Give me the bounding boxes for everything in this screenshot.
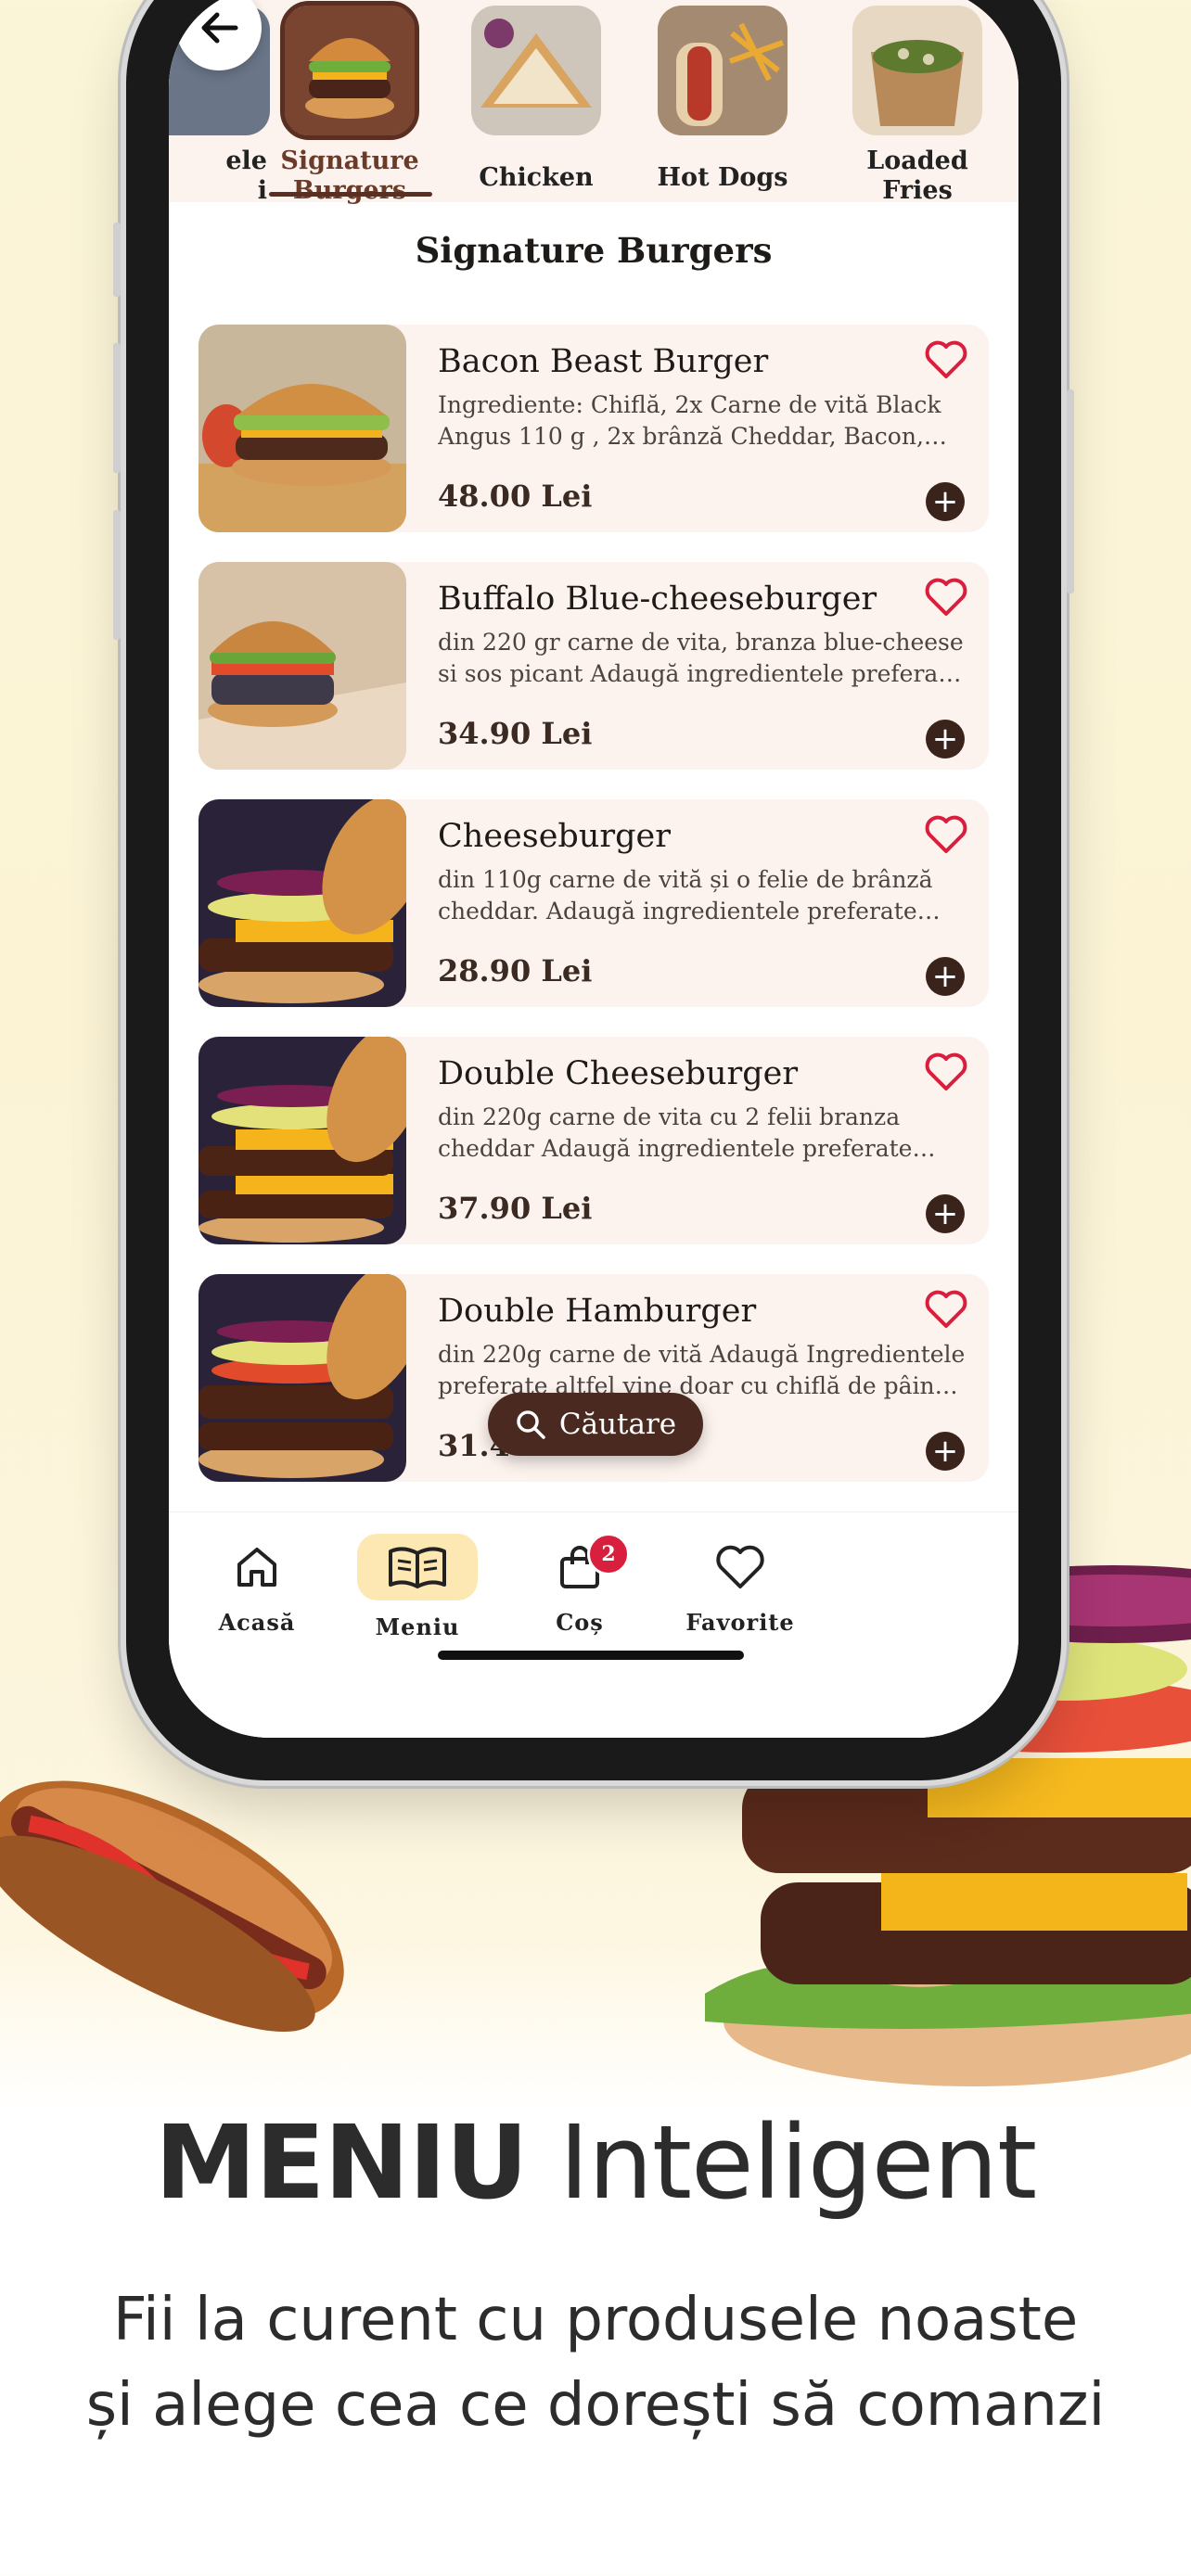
loaded-fries-image xyxy=(852,6,982,135)
category-signature-burgers[interactable]: Signature Burgers xyxy=(280,1,419,206)
nav-label: Meniu xyxy=(375,1613,460,1640)
burger-image xyxy=(280,1,419,140)
cart-count-badge: 2 xyxy=(587,1533,630,1575)
add-to-cart-button[interactable]: + xyxy=(926,957,965,996)
bottom-navigation: Acasă Meniu 2 Coș Favorite xyxy=(169,1511,1018,1738)
product-name: Buffalo Blue-cheeseburger xyxy=(438,580,877,618)
product-price: 28.90 Lei xyxy=(438,953,593,988)
nav-label: Favorite xyxy=(685,1609,795,1636)
nav-menu[interactable]: Meniu xyxy=(348,1534,487,1640)
add-to-cart-button[interactable]: + xyxy=(926,1194,965,1233)
category-strip: ele i Signature Burgers Chicken Hot Dogs… xyxy=(169,0,1018,205)
product-card[interactable]: Double Cheeseburger din 220g carne de vi… xyxy=(198,1037,989,1244)
product-image xyxy=(198,799,406,1007)
phone-frame: ele i Signature Burgers Chicken Hot Dogs… xyxy=(113,0,1074,1780)
product-price: 37.90 Lei xyxy=(438,1191,593,1226)
search-icon xyxy=(517,1410,545,1439)
nav-label: Acasă xyxy=(218,1609,296,1636)
active-category-indicator xyxy=(269,192,432,197)
product-name: Double Cheeseburger xyxy=(438,1055,799,1092)
home-icon xyxy=(237,1548,276,1587)
category-label: Loaded Fries xyxy=(866,147,968,205)
product-card[interactable]: Cheeseburger din 110g carne de vită și o… xyxy=(198,799,989,1007)
subline-line-1: Fii la curent cu produsele noaste xyxy=(112,2286,1079,2354)
promo-stage: ele i Signature Burgers Chicken Hot Dogs… xyxy=(0,0,1191,2576)
product-price: 48.00 Lei xyxy=(438,478,593,514)
product-image xyxy=(198,1037,406,1244)
promo-subline: Fii la curent cu produsele noaste și ale… xyxy=(0,2277,1191,2448)
product-image xyxy=(198,325,406,532)
product-name: Cheeseburger xyxy=(438,818,671,855)
heart-icon xyxy=(716,1545,764,1588)
add-to-cart-button[interactable]: + xyxy=(926,482,965,521)
category-chicken[interactable]: Chicken xyxy=(467,6,606,193)
add-to-cart-button[interactable]: + xyxy=(926,1432,965,1471)
nav-home[interactable]: Acasă xyxy=(187,1538,327,1636)
heart-icon[interactable] xyxy=(924,339,968,380)
hot-dog-image xyxy=(658,6,788,135)
heart-icon[interactable] xyxy=(924,1289,968,1330)
promo-headline: MENIU Inteligent xyxy=(0,2103,1191,2222)
category-label: Signature Burgers xyxy=(280,147,419,205)
nav-favorites[interactable]: Favorite xyxy=(671,1538,810,1636)
category-loaded-fries[interactable]: Loaded Fries xyxy=(848,6,987,206)
product-description: din 220g carne de vita cu 2 felii branza… xyxy=(438,1103,913,1162)
search-button[interactable]: Căutare xyxy=(488,1393,703,1456)
product-name: Double Hamburger xyxy=(438,1293,757,1330)
headline-regular: Inteligent xyxy=(558,2103,1037,2222)
product-name: Bacon Beast Burger xyxy=(438,343,769,380)
product-price: 34.90 Lei xyxy=(438,716,593,751)
heart-icon[interactable] xyxy=(924,577,968,618)
nav-label: Coș xyxy=(556,1609,604,1636)
section-title: Signature Burgers xyxy=(415,230,773,271)
category-hot-dogs[interactable]: Hot Dogs xyxy=(653,6,792,193)
product-card[interactable]: Bacon Beast Burger Ingrediente: Chiflă, … xyxy=(198,325,989,532)
product-description: Ingrediente: Chiflă, 2x Carne de vită Bl… xyxy=(438,391,941,450)
category-label: Hot Dogs xyxy=(657,163,788,192)
menu-book-icon xyxy=(389,1547,446,1588)
heart-icon[interactable] xyxy=(924,814,968,855)
chicken-sandwich-image xyxy=(471,6,601,135)
nav-cart[interactable]: 2 Coș xyxy=(510,1533,649,1636)
heart-icon[interactable] xyxy=(924,1052,968,1092)
subline-line-2: și alege cea ce dorești să comanzi xyxy=(85,2371,1106,2440)
arrow-left-icon xyxy=(201,12,238,44)
category-label: ele i xyxy=(225,147,267,205)
product-card[interactable]: Buffalo Blue-cheeseburger din 220 gr car… xyxy=(198,562,989,770)
add-to-cart-button[interactable]: + xyxy=(926,720,965,759)
app-screen: ele i Signature Burgers Chicken Hot Dogs… xyxy=(169,0,1018,1738)
product-image xyxy=(198,562,406,770)
headline-bold: MENIU xyxy=(154,2103,529,2222)
product-description: din 220 gr carne de vita, branza blue-ch… xyxy=(438,629,964,687)
search-label: Căutare xyxy=(558,1408,677,1441)
category-label: Chicken xyxy=(479,163,594,192)
product-image xyxy=(198,1274,406,1482)
product-description: din 110g carne de vită și o felie de brâ… xyxy=(438,866,933,925)
home-indicator xyxy=(438,1651,744,1660)
